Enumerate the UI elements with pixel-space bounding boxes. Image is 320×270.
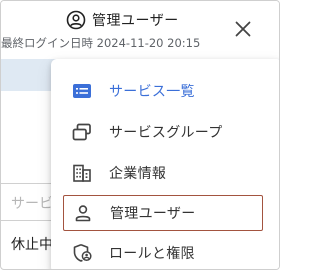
app-frame: サービ 休止中 管理ユーザー 最終ログイン日時 2024-11-20 20:15	[0, 0, 280, 270]
shield-user-icon	[73, 244, 92, 262]
menu-item-service-list[interactable]: サービス一覧	[63, 73, 263, 109]
menu-item-service-group[interactable]: サービスグループ	[63, 114, 263, 150]
menu-item-label: 管理ユーザー	[110, 206, 196, 222]
status-cell: 休止中	[11, 237, 53, 253]
user-dropdown-menu: サービス一覧 サービスグループ 企業情報 管理ユーザー ロールと権限	[51, 59, 279, 269]
menu-item-label: ロールと権限	[109, 246, 195, 262]
menu-item-label: 企業情報	[109, 166, 167, 182]
menu-item-label: サービス一覧	[109, 84, 195, 100]
user-menu-trigger[interactable]: 管理ユーザー	[66, 9, 179, 31]
person-icon	[75, 205, 91, 222]
account-circle-icon	[66, 10, 86, 30]
header: 管理ユーザー 最終ログイン日時 2024-11-20 20:15	[1, 1, 279, 59]
building-icon	[73, 164, 91, 182]
menu-item-label: サービスグループ	[109, 125, 223, 141]
menu-item-roles-permissions[interactable]: ロールと権限	[63, 235, 263, 269]
close-icon[interactable]	[233, 19, 253, 39]
last-login-text: 最終ログイン日時 2024-11-20 20:15	[1, 36, 201, 50]
list-icon	[73, 84, 91, 98]
menu-item-company-info[interactable]: 企業情報	[63, 155, 263, 191]
stacked-windows-icon	[72, 123, 91, 141]
menu-item-admin-users[interactable]: 管理ユーザー	[63, 195, 263, 231]
service-search-placeholder: サービ	[11, 196, 53, 212]
user-name: 管理ユーザー	[92, 13, 179, 29]
